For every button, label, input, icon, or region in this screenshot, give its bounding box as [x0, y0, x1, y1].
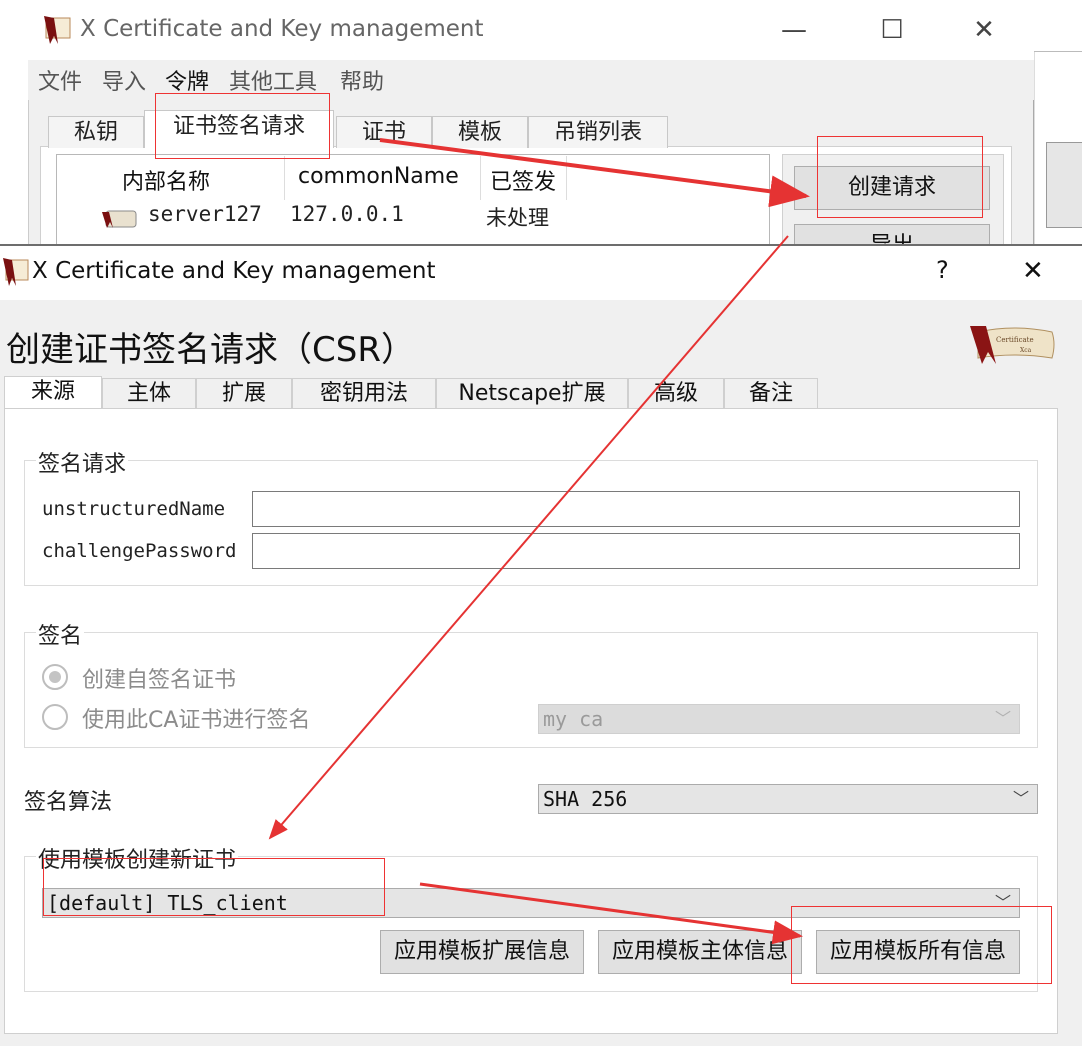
- unstructured-name-input[interactable]: [252, 491, 1020, 527]
- maximize-icon[interactable]: ☐: [872, 10, 912, 50]
- use-ca-radio[interactable]: [42, 704, 68, 730]
- certificate-logo-icon: Certificate Xca: [970, 326, 1055, 364]
- row-internal-name[interactable]: server127: [148, 202, 262, 226]
- annotation-box-create-request: [817, 136, 983, 218]
- svg-text:Xca: Xca: [1020, 347, 1032, 354]
- help-icon[interactable]: ?: [936, 256, 949, 284]
- svg-text:Certificate: Certificate: [996, 336, 1034, 344]
- chevron-down-icon: ﹀: [994, 709, 1011, 728]
- app-certificate-icon: [44, 16, 71, 44]
- tab-subject[interactable]: 主体: [102, 378, 196, 408]
- algorithm-select[interactable]: SHA 256 ﹀: [538, 784, 1038, 814]
- use-ca-label[interactable]: 使用此CA证书进行签名: [82, 702, 310, 734]
- apply-template-subject-button[interactable]: 应用模板主体信息: [598, 930, 802, 974]
- chevron-down-icon: ﹀: [1012, 789, 1029, 808]
- tab-comment[interactable]: 备注: [724, 378, 818, 408]
- minimize-icon[interactable]: —: [774, 10, 814, 50]
- adjacent-window-header: [1034, 0, 1082, 52]
- ca-select-value: my ca: [543, 707, 604, 731]
- tab-private-keys[interactable]: 私钥: [48, 116, 144, 148]
- annotation-box-template: [43, 858, 385, 916]
- menu-token[interactable]: 令牌: [165, 64, 209, 96]
- dialog-heading: 创建证书签名请求（CSR）: [6, 330, 415, 370]
- self-signed-radio[interactable]: [42, 664, 68, 690]
- column-header-common-name[interactable]: commonName: [298, 164, 459, 189]
- tab-advanced[interactable]: 高级: [628, 378, 724, 408]
- tab-certificates[interactable]: 证书: [336, 116, 432, 148]
- adjacent-window-panel: [1046, 142, 1082, 228]
- challenge-password-input[interactable]: [252, 533, 1020, 569]
- column-divider: [284, 156, 285, 200]
- dialog-title: X Certificate and Key management: [32, 258, 436, 284]
- certificate-request-icon: [102, 210, 137, 228]
- tab-source[interactable]: 来源: [4, 376, 102, 408]
- column-divider: [566, 156, 567, 200]
- ca-select[interactable]: my ca ﹀: [538, 704, 1020, 734]
- self-signed-label[interactable]: 创建自签名证书: [82, 662, 236, 694]
- tab-revocation-lists[interactable]: 吊销列表: [528, 116, 668, 148]
- apply-template-extensions-button[interactable]: 应用模板扩展信息: [380, 930, 584, 974]
- app-certificate-icon: [3, 258, 29, 286]
- main-window-title: X Certificate and Key management: [80, 16, 484, 42]
- challenge-password-label: challengePassword: [42, 540, 237, 562]
- column-header-signed[interactable]: 已签发: [490, 164, 556, 196]
- close-icon[interactable]: ✕: [1022, 256, 1044, 286]
- close-icon[interactable]: ✕: [964, 10, 1004, 50]
- tab-netscape[interactable]: Netscape扩展: [436, 378, 628, 408]
- menu-help[interactable]: 帮助: [340, 64, 384, 96]
- signing-request-title: 签名请求: [36, 446, 129, 478]
- signing-title: 签名: [36, 618, 85, 650]
- column-divider: [480, 156, 481, 200]
- tab-templates[interactable]: 模板: [432, 116, 528, 148]
- annotation-box-apply-all: [791, 906, 1052, 984]
- annotation-box-csr-tab: [155, 93, 330, 159]
- algorithm-label: 签名算法: [24, 790, 113, 815]
- algorithm-select-value: SHA 256: [543, 787, 628, 811]
- tab-key-usage[interactable]: 密钥用法: [292, 378, 436, 408]
- tab-extensions[interactable]: 扩展: [196, 378, 292, 408]
- column-header-internal-name[interactable]: 内部名称: [122, 164, 210, 196]
- row-status[interactable]: 未处理: [486, 202, 549, 232]
- row-common-name[interactable]: 127.0.0.1: [290, 202, 404, 226]
- menu-import[interactable]: 导入: [102, 64, 146, 96]
- menu-other-tools[interactable]: 其他工具: [229, 64, 317, 96]
- unstructured-name-label: unstructuredName: [42, 498, 226, 520]
- menu-file[interactable]: 文件: [38, 64, 82, 96]
